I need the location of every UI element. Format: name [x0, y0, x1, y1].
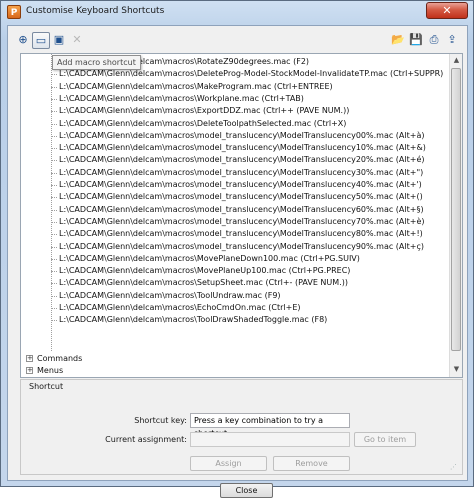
tree-item-macro[interactable]: L:\CADCAM\Glenn\delcam\macros\SetupSheet…	[59, 277, 348, 289]
add-macro-shortcut-icon[interactable]: ▭	[32, 32, 50, 49]
tree-item-macro[interactable]: L:\CADCAM\Glenn\delcam\macros\MovePlaneU…	[59, 265, 350, 277]
tree-item-macro[interactable]: L:\CADCAM\Glenn\delcam\macros\model_tran…	[59, 154, 425, 166]
tree-item-macro[interactable]: L:\CADCAM\Glenn\delcam\macros\ToolDrawSh…	[59, 314, 327, 326]
tree-group-menus[interactable]: Menus	[37, 365, 63, 377]
tree-group-commands[interactable]: Commands	[37, 353, 82, 365]
scroll-thumb[interactable]	[451, 68, 461, 351]
tree-connector	[51, 258, 57, 261]
tree-connector	[51, 172, 57, 175]
tree-connector	[51, 123, 57, 126]
delete-shortcut-icon[interactable]: ✕	[68, 32, 86, 49]
dialog-body: ⊕ ▭ ▣ ✕ 📂 💾 ⎙ ⇪ Add macro shortcut L:\CADCAM\G…	[7, 25, 468, 498]
tree-item-macro[interactable]: L:\CADCAM\Glenn\delcam\macros\MovePlaneD…	[59, 253, 360, 265]
tree-connector	[51, 148, 57, 150]
tree-item-macro[interactable]: L:\CADCAM\Glenn\delcam\macros\DeleteTool…	[59, 118, 346, 130]
tree-connector	[51, 320, 57, 322]
tree-item-macro[interactable]: L:\CADCAM\Glenn\delcam\macros\model_tran…	[59, 130, 424, 142]
tree-connector	[51, 111, 57, 113]
edit-shortcut-icon[interactable]: ▣	[50, 32, 68, 49]
tree-connector	[51, 185, 57, 187]
tree-vertical-scrollbar[interactable]: ▲ ▼	[449, 54, 462, 377]
export-icon[interactable]: ⇪	[443, 32, 461, 49]
title-bar[interactable]: P Customise Keyboard Shortcuts ✕	[1, 1, 473, 23]
tree-connector	[51, 209, 57, 212]
scroll-up-arrow-icon[interactable]: ▲	[452, 56, 461, 65]
open-file-icon[interactable]: 📂	[389, 32, 407, 49]
expand-icon[interactable]: +	[26, 355, 33, 362]
close-button[interactable]: Close	[220, 483, 273, 498]
tree-item-macro[interactable]: L:\CADCAM\Glenn\delcam\macros\model_tran…	[59, 179, 422, 191]
tree-connector	[51, 221, 57, 224]
remove-button[interactable]: Remove	[273, 456, 350, 471]
current-assignment-label: Current assignment:	[105, 435, 187, 444]
tree-item-macro[interactable]: L:\CADCAM\Glenn\delcam\macros\model_tran…	[59, 167, 423, 179]
current-assignment-field	[190, 432, 350, 447]
tree-item-macro[interactable]: L:\CADCAM\Glenn\delcam\macros\model_tran…	[59, 228, 423, 240]
tree-item-macro[interactable]: L:\CADCAM\Glenn\delcam\macros\DeleteProg…	[59, 68, 443, 80]
tree-connector	[51, 295, 57, 298]
tree-item-macro[interactable]: L:\CADCAM\Glenn\delcam\macros\ToolUndraw…	[59, 290, 281, 302]
tree-item-macro[interactable]: L:\CADCAM\Glenn\delcam\macros\model_tran…	[59, 142, 426, 154]
shortcut-tree[interactable]: L:\CADCAM\Glenn\delcam\macros\RotateZ90d…	[20, 53, 463, 378]
window-close-button[interactable]: ✕	[426, 2, 468, 19]
tree-item-macro[interactable]: L:\CADCAM\Glenn\delcam\macros\EchoCmdOn.…	[59, 302, 301, 314]
tree-item-macro[interactable]: L:\CADCAM\Glenn\delcam\macros\model_tran…	[59, 241, 424, 253]
tree-connector	[51, 246, 57, 249]
shortcut-key-field[interactable]: Press a key combination to try a shortcu…	[190, 413, 350, 438]
tree-connector	[51, 271, 57, 273]
print-icon[interactable]: ⎙	[425, 32, 443, 49]
tree-connector	[51, 98, 57, 101]
expand-icon[interactable]: +	[26, 367, 33, 374]
tree-connector	[51, 234, 57, 236]
shortcut-key-label: Shortcut key:	[134, 416, 187, 425]
tree-item-macro[interactable]: L:\CADCAM\Glenn\delcam\macros\model_tran…	[59, 191, 423, 203]
assign-button[interactable]: Assign	[190, 456, 267, 471]
customise-keyboard-shortcuts-window: P Customise Keyboard Shortcuts ✕ ⊕ ▭ ▣ ✕ 📂 💾…	[0, 0, 474, 498]
tree-item-macro[interactable]: L:\CADCAM\Glenn\delcam\macros\MakeProgra…	[59, 81, 333, 93]
scroll-down-arrow-icon[interactable]: ▼	[452, 365, 461, 374]
app-icon: P	[7, 5, 21, 19]
go-to-item-button[interactable]: Go to item	[354, 432, 416, 447]
add-shortcut-icon[interactable]: ⊕	[14, 32, 32, 49]
tree-item-macro[interactable]: L:\CADCAM\Glenn\delcam\macros\model_tran…	[59, 216, 425, 228]
tree-item-macro[interactable]: L:\CADCAM\Glenn\delcam\macros\model_tran…	[59, 204, 424, 216]
shortcut-group: Shortcut Shortcut key: Press a key combi…	[20, 379, 463, 475]
tree-connector	[51, 308, 57, 310]
tree-connector	[51, 197, 57, 199]
tree-connector	[51, 74, 57, 76]
tree-item-macro[interactable]: L:\CADCAM\Glenn\delcam\macros\ExportDDZ.…	[59, 105, 349, 117]
tree-connector	[51, 160, 57, 162]
tooltip: Add macro shortcut	[52, 55, 141, 70]
tree-connector	[51, 86, 57, 89]
resize-grip-icon[interactable]: ⋰	[450, 463, 458, 471]
tree-connector	[51, 283, 57, 285]
tree-item-macro[interactable]: L:\CADCAM\Glenn\delcam\macros\Workplane.…	[59, 93, 304, 105]
shortcut-group-title: Shortcut	[29, 382, 64, 391]
window-title: Customise Keyboard Shortcuts	[26, 6, 165, 16]
save-file-icon[interactable]: 💾	[407, 32, 425, 49]
tree-connector	[51, 135, 57, 138]
